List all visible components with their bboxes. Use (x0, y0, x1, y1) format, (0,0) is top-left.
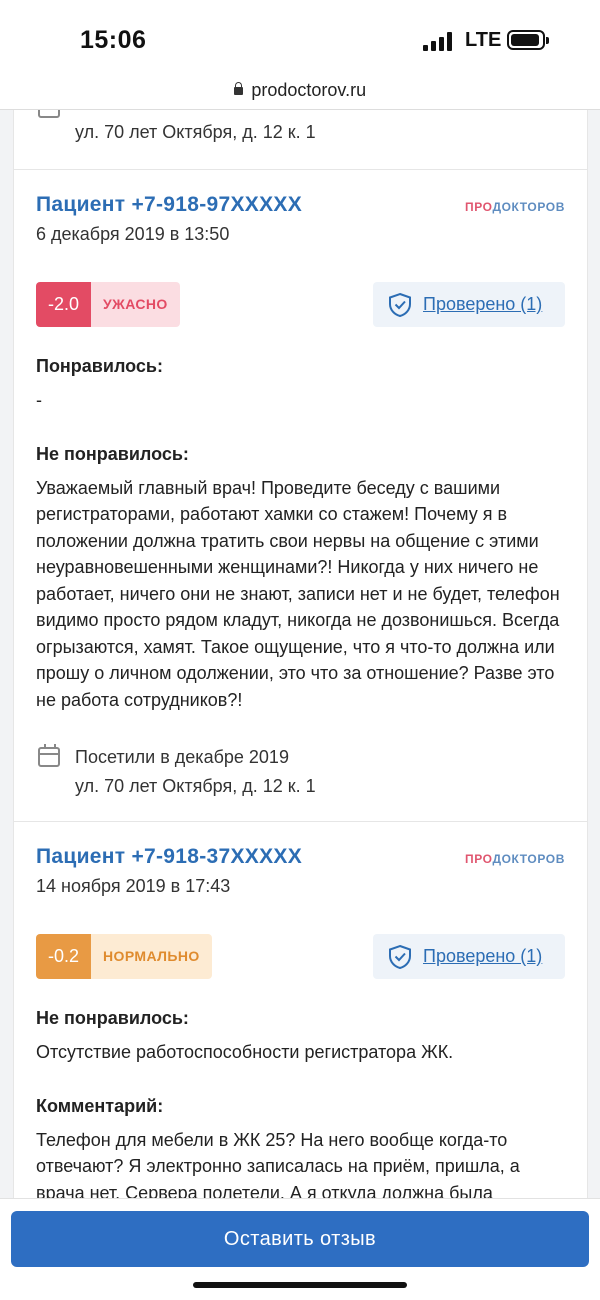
rating-score: -0.2 (36, 934, 92, 979)
rating-label: НОРМАЛЬНО (91, 934, 212, 979)
review-date: 6 декабря 2019 в 13:50 (36, 224, 230, 244)
bottom-bar: Оставить отзыв (0, 1198, 600, 1300)
home-indicator[interactable] (193, 1282, 407, 1288)
comment-title: Комментарий: (36, 1095, 164, 1116)
visit-address: ул. 70 лет Октября, д. 12 к. 1 (75, 122, 316, 142)
rating-row: -0.2 НОРМАЛЬНО Проверено (1) (36, 934, 565, 980)
liked-text: - (36, 390, 42, 410)
visit-info: ул. 70 лет Октября, д. 12 к. 1 (36, 110, 565, 147)
disliked-title: Не понравилось: (36, 443, 189, 464)
review-card: ПРОДОКТОРОВ Пациент +7-918-37XXXXX 14 но… (14, 822, 587, 1226)
url-text: prodoctorov.ru (251, 80, 367, 100)
verified-label: Проверено (1) (423, 946, 543, 966)
visit-info: Посетили в декабре 2019 ул. 70 лет Октяб… (36, 743, 565, 801)
prodoctorov-logo: ПРОДОКТОРОВ (465, 852, 565, 866)
verified-label: Проверено (1) (423, 294, 543, 314)
visit-address: ул. 70 лет Октября, д. 12 к. 1 (75, 776, 316, 796)
disliked-text: Отсутствие работоспособности регистратор… (36, 1042, 454, 1062)
verified-link[interactable]: Проверено (1) (373, 934, 565, 979)
leave-review-button[interactable]: Оставить отзыв (11, 1211, 589, 1267)
lock-icon (233, 82, 243, 95)
rating-score: -2.0 (36, 282, 92, 327)
rating-badge: -0.2 НОРМАЛЬНО (36, 934, 212, 979)
rating-label: УЖАСНО (91, 282, 180, 327)
prodoctorov-logo: ПРОДОКТОРОВ (465, 200, 565, 214)
comment-text: Телефон для мебели в ЖК 25? На него вооб… (36, 1129, 520, 1203)
disliked-text: Уважаемый главный врач! Проведите беседу… (36, 477, 560, 710)
review-date: 14 ноября 2019 в 17:43 (36, 876, 231, 896)
rating-row: -2.0 УЖАСНО Проверено (1) (36, 282, 565, 328)
battery-icon (507, 30, 549, 50)
calendar-icon (38, 110, 60, 118)
signal-icon (423, 31, 455, 51)
verified-link[interactable]: Проверено (1) (373, 282, 565, 327)
network-type: LTE (465, 29, 502, 51)
url-bar[interactable]: prodoctorov.ru (0, 76, 600, 110)
reviews-list: ул. 70 лет Октября, д. 12 к. 1 ПРОДОКТОР… (13, 110, 588, 1300)
shield-check-icon (389, 292, 411, 317)
rating-badge: -2.0 УЖАСНО (36, 282, 180, 327)
status-bar: 15:06 LTE (0, 0, 600, 76)
status-time: 15:06 (80, 26, 147, 54)
visit-date: Посетили в декабре 2019 (75, 747, 289, 767)
disliked-title: Не понравилось: (36, 1008, 189, 1028)
review-card: ПРОДОКТОРОВ Пациент +7-918-97XXXXX 6 дек… (14, 170, 587, 822)
calendar-icon (38, 744, 60, 767)
liked-title: Понравилось: (36, 356, 163, 376)
shield-check-icon (389, 944, 411, 969)
review-card-previous: ул. 70 лет Октября, д. 12 к. 1 (14, 110, 587, 170)
